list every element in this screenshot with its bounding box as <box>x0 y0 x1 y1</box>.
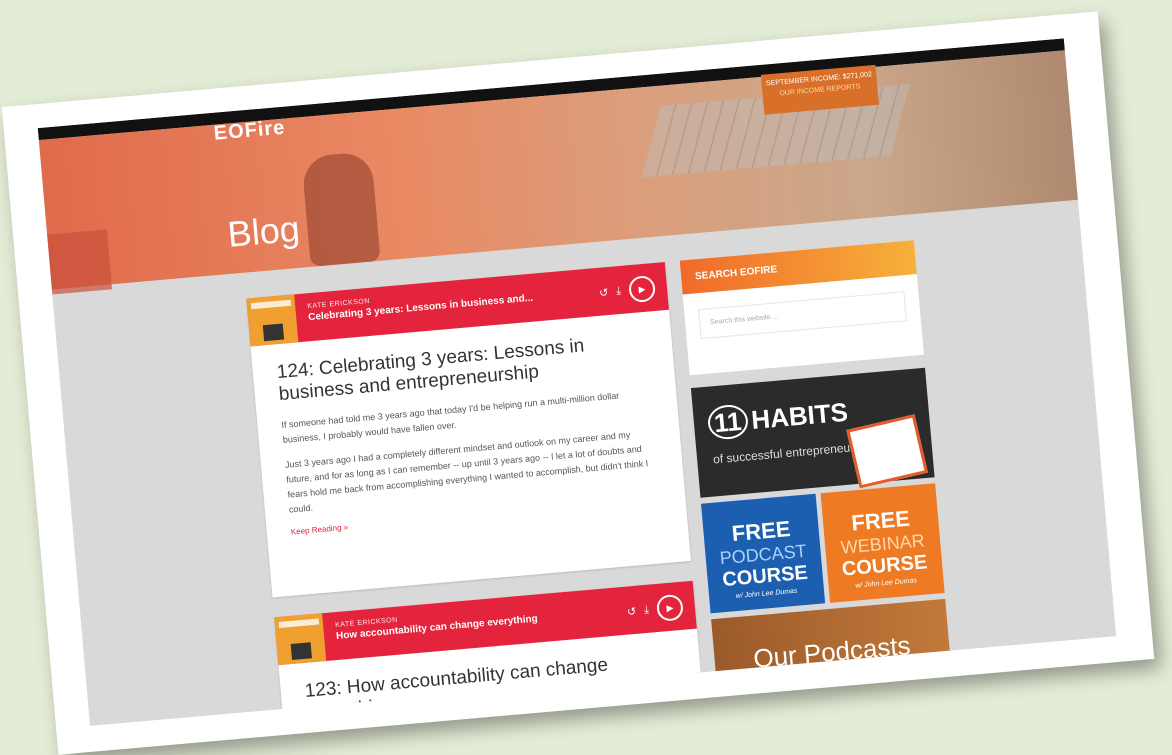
search-input[interactable]: Search this website ... <box>698 291 907 340</box>
habits-subtitle: of successful entrepreneurs <box>712 439 861 467</box>
habits-banner[interactable]: 11 HABITS of successful entrepreneurs <box>690 367 935 498</box>
download-icon[interactable]: ⤓ <box>616 284 622 297</box>
episode-thumbnail <box>274 613 327 666</box>
thumbnail-banner <box>278 618 320 628</box>
habits-number: 11 <box>706 403 749 441</box>
hero-mug <box>301 151 381 267</box>
post-title[interactable]: 123: How accountability can change every… <box>304 649 678 725</box>
play-icon: ▶ <box>638 283 646 294</box>
blog-post-card: KATE ERICKSON How accountability can cha… <box>274 580 705 726</box>
player-meta: KATE ERICKSON Celebrating 3 years: Lesso… <box>307 284 534 324</box>
sidebar-search-widget: SEARCH EOFIRE Search this website ... <box>679 240 924 376</box>
post-body: 124: Celebrating 3 years: Lessons in bus… <box>251 310 686 539</box>
player-controls: ↺ ⤓ ▶ <box>626 593 685 625</box>
play-icon: ▶ <box>666 602 674 613</box>
blog-post-card: KATE ERICKSON Celebrating 3 years: Lesso… <box>246 261 691 598</box>
habits-headline: 11 HABITS <box>706 396 850 441</box>
screenshot-frame: EOFire SEPTEMBER INCOME: $271,002 OUR IN… <box>1 11 1155 755</box>
post-paragraph: If you don't currently have an accountab… <box>309 704 681 726</box>
player-controls: ↺ ⤓ ▶ <box>598 274 657 306</box>
thumbnail-figure <box>262 323 285 342</box>
our-podcasts-banner[interactable]: Our Podcasts <box>711 598 952 690</box>
browser-screen: EOFire SEPTEMBER INCOME: $271,002 OUR IN… <box>37 38 1117 726</box>
habits-book-image <box>846 414 928 489</box>
habits-word: HABITS <box>750 396 850 435</box>
page-title: Blog <box>225 207 302 255</box>
free-webinar-course-banner[interactable]: FREE WEBINAR COURSE w/ John Lee Dumas <box>820 483 945 603</box>
rewind-icon[interactable]: ↺ <box>626 604 637 618</box>
play-button[interactable]: ▶ <box>627 274 657 304</box>
play-button[interactable]: ▶ <box>655 593 685 622</box>
player-meta: KATE ERICKSON How accountability can cha… <box>335 604 538 642</box>
site-logo[interactable]: EOFire <box>213 117 286 146</box>
rewind-icon[interactable]: ↺ <box>599 286 609 300</box>
download-icon[interactable]: ⤓ <box>644 603 650 616</box>
thumbnail-figure <box>290 642 312 660</box>
free-podcast-course-banner[interactable]: FREE PODCAST COURSE w/ John Lee Dumas <box>700 493 826 614</box>
episode-thumbnail <box>246 294 299 347</box>
thumbnail-banner <box>250 299 292 310</box>
search-heading: SEARCH EOFIRE <box>679 240 917 295</box>
hero-mug-left <box>47 229 113 295</box>
